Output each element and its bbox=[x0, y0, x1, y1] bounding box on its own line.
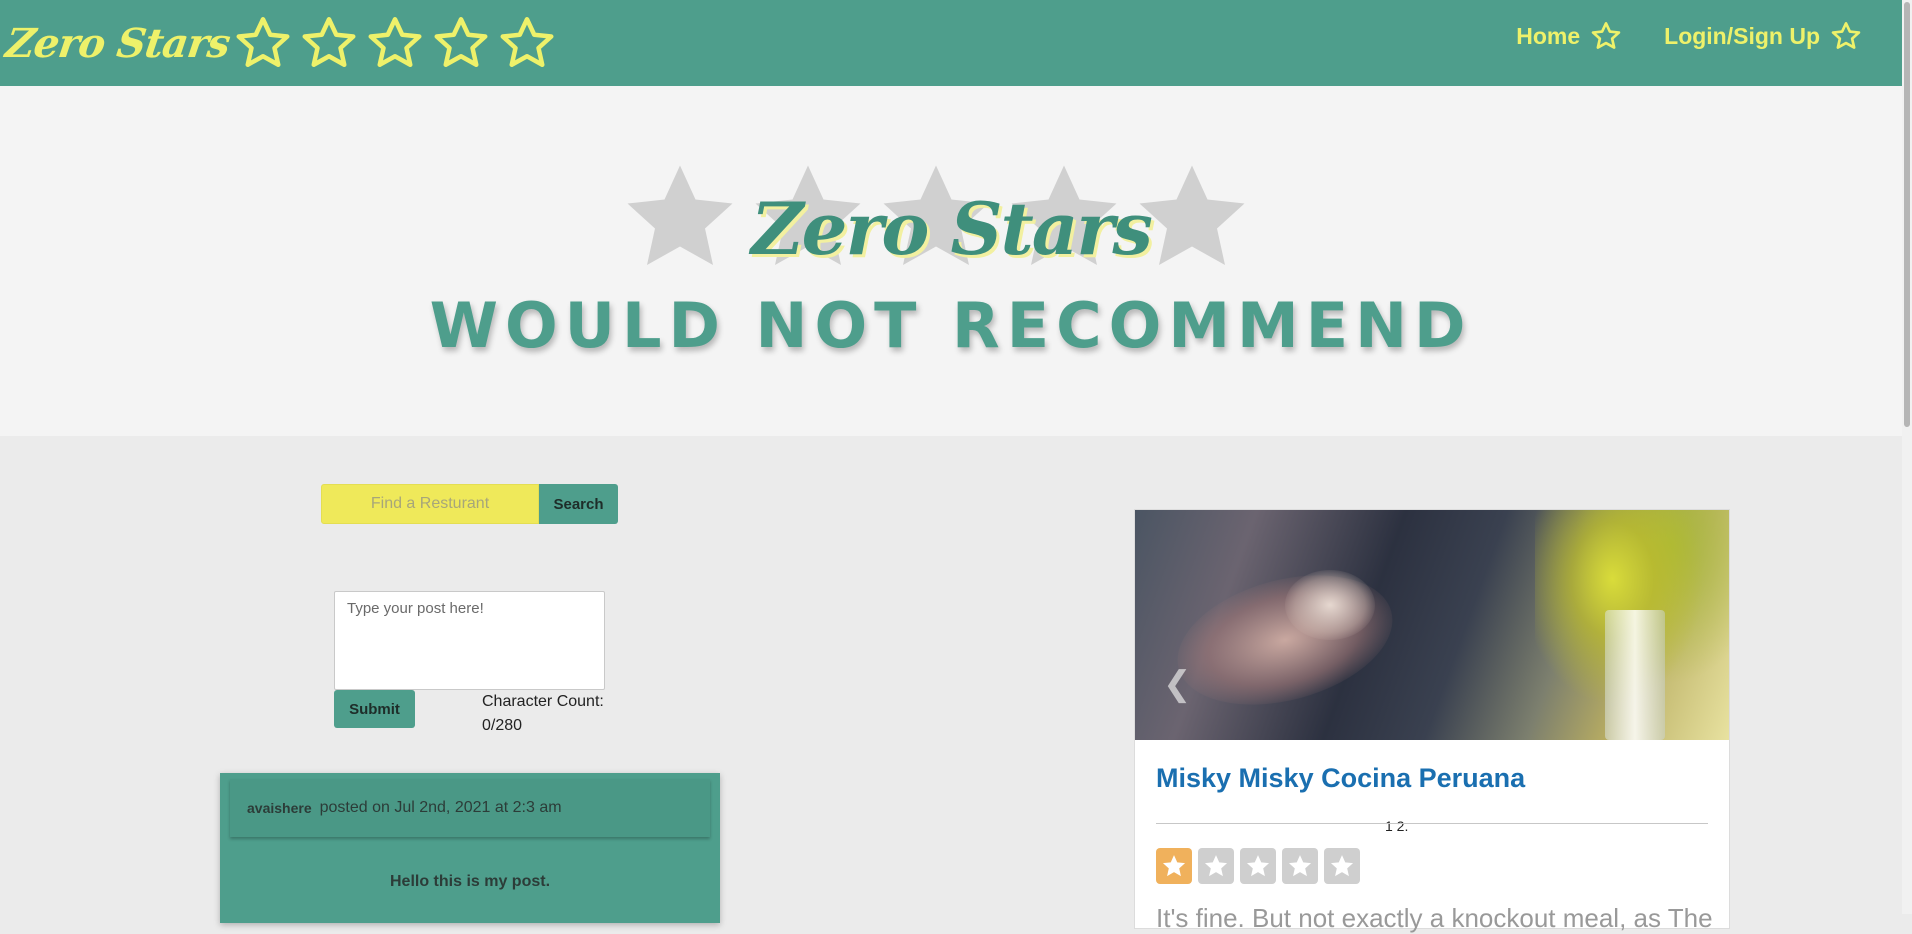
carousel-image-vase bbox=[1605, 610, 1665, 740]
star-icon bbox=[1162, 855, 1186, 877]
brand-stars bbox=[233, 13, 557, 73]
carousel-indicator[interactable]: 1 2. bbox=[1385, 818, 1408, 834]
nav-link-home[interactable]: Home bbox=[1516, 20, 1622, 52]
character-count-label: Character Count: bbox=[482, 693, 604, 710]
character-count: Character Count: 0/280 bbox=[482, 690, 622, 738]
star-outline-icon bbox=[236, 17, 290, 67]
divider bbox=[1156, 823, 1708, 824]
star-outline-icon bbox=[368, 17, 422, 67]
star-icon bbox=[1288, 855, 1312, 877]
image-carousel[interactable]: ❮ bbox=[1135, 510, 1729, 740]
post-textarea[interactable] bbox=[334, 591, 605, 690]
star-icon bbox=[1204, 855, 1228, 877]
search-input[interactable] bbox=[321, 484, 539, 524]
post-date: posted on Jul 2nd, 2021 at 2:3 am bbox=[319, 799, 562, 816]
restaurant-name[interactable]: Misky Misky Cocina Peruana bbox=[1156, 763, 1525, 794]
nav-link-label: Home bbox=[1516, 22, 1581, 49]
post-card: avaishere posted on Jul 2nd, 2021 at 2:3… bbox=[220, 773, 720, 923]
brand-name: Zero Stars bbox=[2, 19, 233, 67]
carousel-image bbox=[1163, 553, 1407, 727]
post-body: Hello this is my post. bbox=[389, 873, 551, 890]
star-outline-icon bbox=[434, 17, 488, 67]
brand-logo[interactable]: Zero Stars bbox=[2, 8, 557, 78]
star-icon bbox=[1330, 855, 1354, 877]
star-outline-icon bbox=[1591, 22, 1621, 49]
rating-star-1[interactable] bbox=[1156, 848, 1192, 884]
post-header: avaishere posted on Jul 2nd, 2021 at 2:3… bbox=[230, 779, 710, 837]
restaurant-card: ❮ Misky Misky Cocina Peruana 1 2. It's f… bbox=[1134, 509, 1730, 933]
rating-star-5[interactable] bbox=[1324, 848, 1360, 884]
star-icon bbox=[1246, 855, 1270, 877]
character-count-value: 0/280 bbox=[482, 717, 523, 734]
star-rating bbox=[1156, 848, 1360, 884]
rating-star-4[interactable] bbox=[1282, 848, 1318, 884]
star-outline-icon bbox=[1831, 22, 1861, 49]
scrollbar-thumb[interactable] bbox=[1904, 2, 1910, 427]
rating-star-3[interactable] bbox=[1240, 848, 1276, 884]
star-outline-icon bbox=[500, 17, 554, 67]
nav-link-login-signup[interactable]: Login/Sign Up bbox=[1664, 20, 1862, 52]
navbar: Zero Stars Home Login/Sign Up bbox=[0, 0, 1902, 86]
nav-link-label: Login/Sign Up bbox=[1664, 22, 1820, 49]
scrollbar[interactable] bbox=[1902, 0, 1912, 914]
search-button[interactable]: Search bbox=[539, 484, 618, 524]
chevron-left-icon[interactable]: ❮ bbox=[1163, 667, 1192, 701]
hero-banner: Zero Stars WOULD NOT RECOMMEND bbox=[0, 86, 1902, 436]
hero-tagline: WOULD NOT RECOMMEND bbox=[429, 289, 1473, 362]
restaurant-description: It's fine. But not exactly a knockout me… bbox=[1156, 903, 1713, 933]
carousel-image-highlight bbox=[1285, 570, 1375, 640]
rating-star-2[interactable] bbox=[1198, 848, 1234, 884]
hero-title: Zero Stars bbox=[751, 186, 1153, 271]
nav-links: Home Login/Sign Up bbox=[1516, 20, 1862, 52]
star-outline-icon bbox=[302, 17, 356, 67]
post-author[interactable]: avaishere bbox=[247, 800, 312, 816]
submit-button[interactable]: Submit bbox=[334, 690, 415, 728]
